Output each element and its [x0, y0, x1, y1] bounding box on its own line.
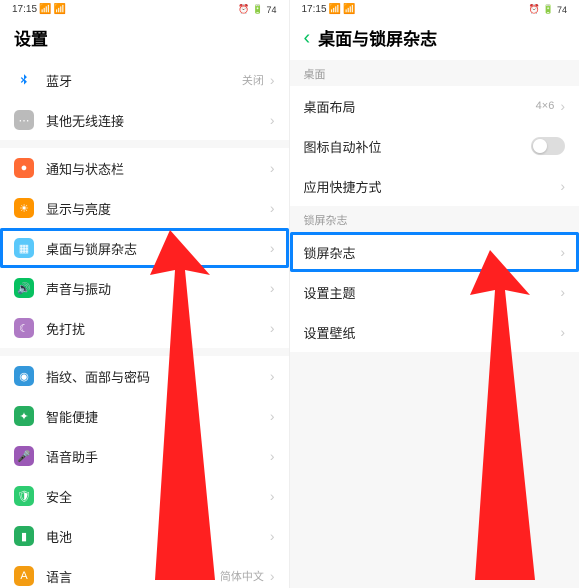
signal-icon: 📶	[39, 4, 51, 15]
chevron-right-icon: ›	[560, 178, 565, 194]
chevron-right-icon: ›	[270, 528, 275, 544]
item-desktop-layout[interactable]: 桌面布局 4×6 ›	[290, 86, 579, 126]
smart-icon: ✦	[14, 406, 34, 426]
fingerprint-icon: ◉	[14, 366, 34, 386]
wifi-icon: 📶	[343, 4, 355, 15]
item-label: 电池	[46, 527, 270, 546]
section-header-lockscreen: 锁屏杂志	[290, 206, 579, 232]
chevron-right-icon: ›	[560, 284, 565, 300]
signal-icon: 📶	[329, 4, 341, 15]
desktop-lockscreen-settings-screen: 17:15 📶 📶 ⏰ 🔋 74 ‹ 桌面与锁屏杂志 桌面 桌面布局 4×6 ›…	[290, 0, 579, 588]
item-label: 指纹、面部与密码	[46, 367, 270, 386]
header: ‹ 桌面与锁屏杂志	[290, 17, 579, 60]
item-label: 安全	[46, 487, 270, 506]
chevron-right-icon: ›	[270, 368, 275, 384]
item-label: 显示与亮度	[46, 199, 270, 218]
item-label: 桌面与锁屏杂志	[46, 239, 270, 258]
item-battery[interactable]: ▮ 电池 ›	[0, 516, 289, 556]
item-desktop-lockscreen[interactable]: ▦ 桌面与锁屏杂志 ›	[0, 228, 289, 268]
item-bluetooth[interactable]: 蓝牙 关闭 ›	[0, 60, 289, 100]
header: 设置	[0, 17, 289, 60]
divider	[0, 140, 289, 148]
item-set-wallpaper[interactable]: 设置壁纸 ›	[290, 312, 579, 352]
item-label: 语音助手	[46, 447, 270, 466]
item-security[interactable]: 🛡 安全 ›	[0, 476, 289, 516]
chevron-right-icon: ›	[270, 112, 275, 128]
item-label: 免打扰	[46, 319, 270, 338]
settings-screen: 17:15 📶 📶 ⏰ 🔋 74 设置 蓝牙 关闭 › ⋯ 其他无线连接 ›	[0, 0, 290, 588]
item-sound[interactable]: 🔊 声音与振动 ›	[0, 268, 289, 308]
chevron-right-icon: ›	[560, 98, 565, 114]
dnd-icon: ☾	[14, 318, 34, 338]
toggle-switch[interactable]	[531, 137, 565, 155]
chevron-right-icon: ›	[270, 200, 275, 216]
chevron-right-icon: ›	[270, 568, 275, 584]
status-time: 17:15	[302, 4, 327, 15]
item-value: 简体中文	[220, 568, 264, 584]
status-bar: 17:15 📶 📶 ⏰ 🔋 74	[0, 0, 289, 17]
item-label: 桌面布局	[304, 97, 536, 116]
chevron-right-icon: ›	[270, 160, 275, 176]
wifi-icon: 📶	[53, 4, 65, 15]
chevron-right-icon: ›	[270, 448, 275, 464]
item-label: 图标自动补位	[304, 137, 532, 156]
item-language[interactable]: A 语言 简体中文 ›	[0, 556, 289, 588]
item-value: 4×6	[536, 100, 555, 112]
wireless-icon: ⋯	[14, 110, 34, 130]
item-label: 应用快捷方式	[304, 177, 561, 196]
section-header-desktop: 桌面	[290, 60, 579, 86]
chevron-right-icon: ›	[560, 324, 565, 340]
language-icon: A	[14, 566, 34, 586]
alarm-icon: ⏰	[529, 4, 540, 15]
item-label: 语言	[46, 567, 220, 586]
item-label: 声音与振动	[46, 279, 270, 298]
divider	[0, 348, 289, 356]
chevron-right-icon: ›	[560, 244, 565, 260]
battery-percent: 74	[557, 5, 567, 15]
chevron-right-icon: ›	[270, 72, 275, 88]
item-label: 蓝牙	[46, 71, 242, 90]
battery-icon: 🔋	[543, 4, 554, 15]
empty-area	[290, 352, 579, 588]
battery-icon: ▮	[14, 526, 34, 546]
item-wireless[interactable]: ⋯ 其他无线连接 ›	[0, 100, 289, 140]
bluetooth-icon	[14, 70, 34, 90]
page-title: 设置	[14, 25, 48, 50]
item-app-shortcut[interactable]: 应用快捷方式 ›	[290, 166, 579, 206]
item-dnd[interactable]: ☾ 免打扰 ›	[0, 308, 289, 348]
chevron-right-icon: ›	[270, 488, 275, 504]
desktop-icon: ▦	[14, 238, 34, 258]
item-label: 锁屏杂志	[304, 243, 561, 262]
chevron-right-icon: ›	[270, 408, 275, 424]
status-bar: 17:15 📶 📶 ⏰ 🔋 74	[290, 0, 579, 17]
item-label: 设置主题	[304, 283, 561, 302]
item-value: 关闭	[242, 72, 264, 88]
item-voice[interactable]: 🎤 语音助手 ›	[0, 436, 289, 476]
item-label: 通知与状态栏	[46, 159, 270, 178]
battery-icon: 🔋	[252, 4, 263, 15]
sound-icon: 🔊	[14, 278, 34, 298]
display-icon: ☀	[14, 198, 34, 218]
item-label: 设置壁纸	[304, 323, 561, 342]
item-icon-autofill[interactable]: 图标自动补位	[290, 126, 579, 166]
item-lockscreen-magazine[interactable]: 锁屏杂志 ›	[290, 232, 579, 272]
status-time: 17:15	[12, 4, 37, 15]
item-label: 智能便捷	[46, 407, 270, 426]
item-set-theme[interactable]: 设置主题 ›	[290, 272, 579, 312]
notification-icon: ●	[14, 158, 34, 178]
item-smart[interactable]: ✦ 智能便捷 ›	[0, 396, 289, 436]
chevron-right-icon: ›	[270, 320, 275, 336]
item-fingerprint[interactable]: ◉ 指纹、面部与密码 ›	[0, 356, 289, 396]
chevron-right-icon: ›	[270, 280, 275, 296]
item-display[interactable]: ☀ 显示与亮度 ›	[0, 188, 289, 228]
voice-icon: 🎤	[14, 446, 34, 466]
battery-percent: 74	[266, 5, 276, 15]
item-notifications[interactable]: ● 通知与状态栏 ›	[0, 148, 289, 188]
alarm-icon: ⏰	[238, 4, 249, 15]
item-label: 其他无线连接	[46, 111, 270, 130]
security-icon: 🛡	[14, 486, 34, 506]
page-title: 桌面与锁屏杂志	[318, 25, 437, 50]
back-button[interactable]: ‹	[304, 28, 311, 48]
chevron-right-icon: ›	[270, 240, 275, 256]
